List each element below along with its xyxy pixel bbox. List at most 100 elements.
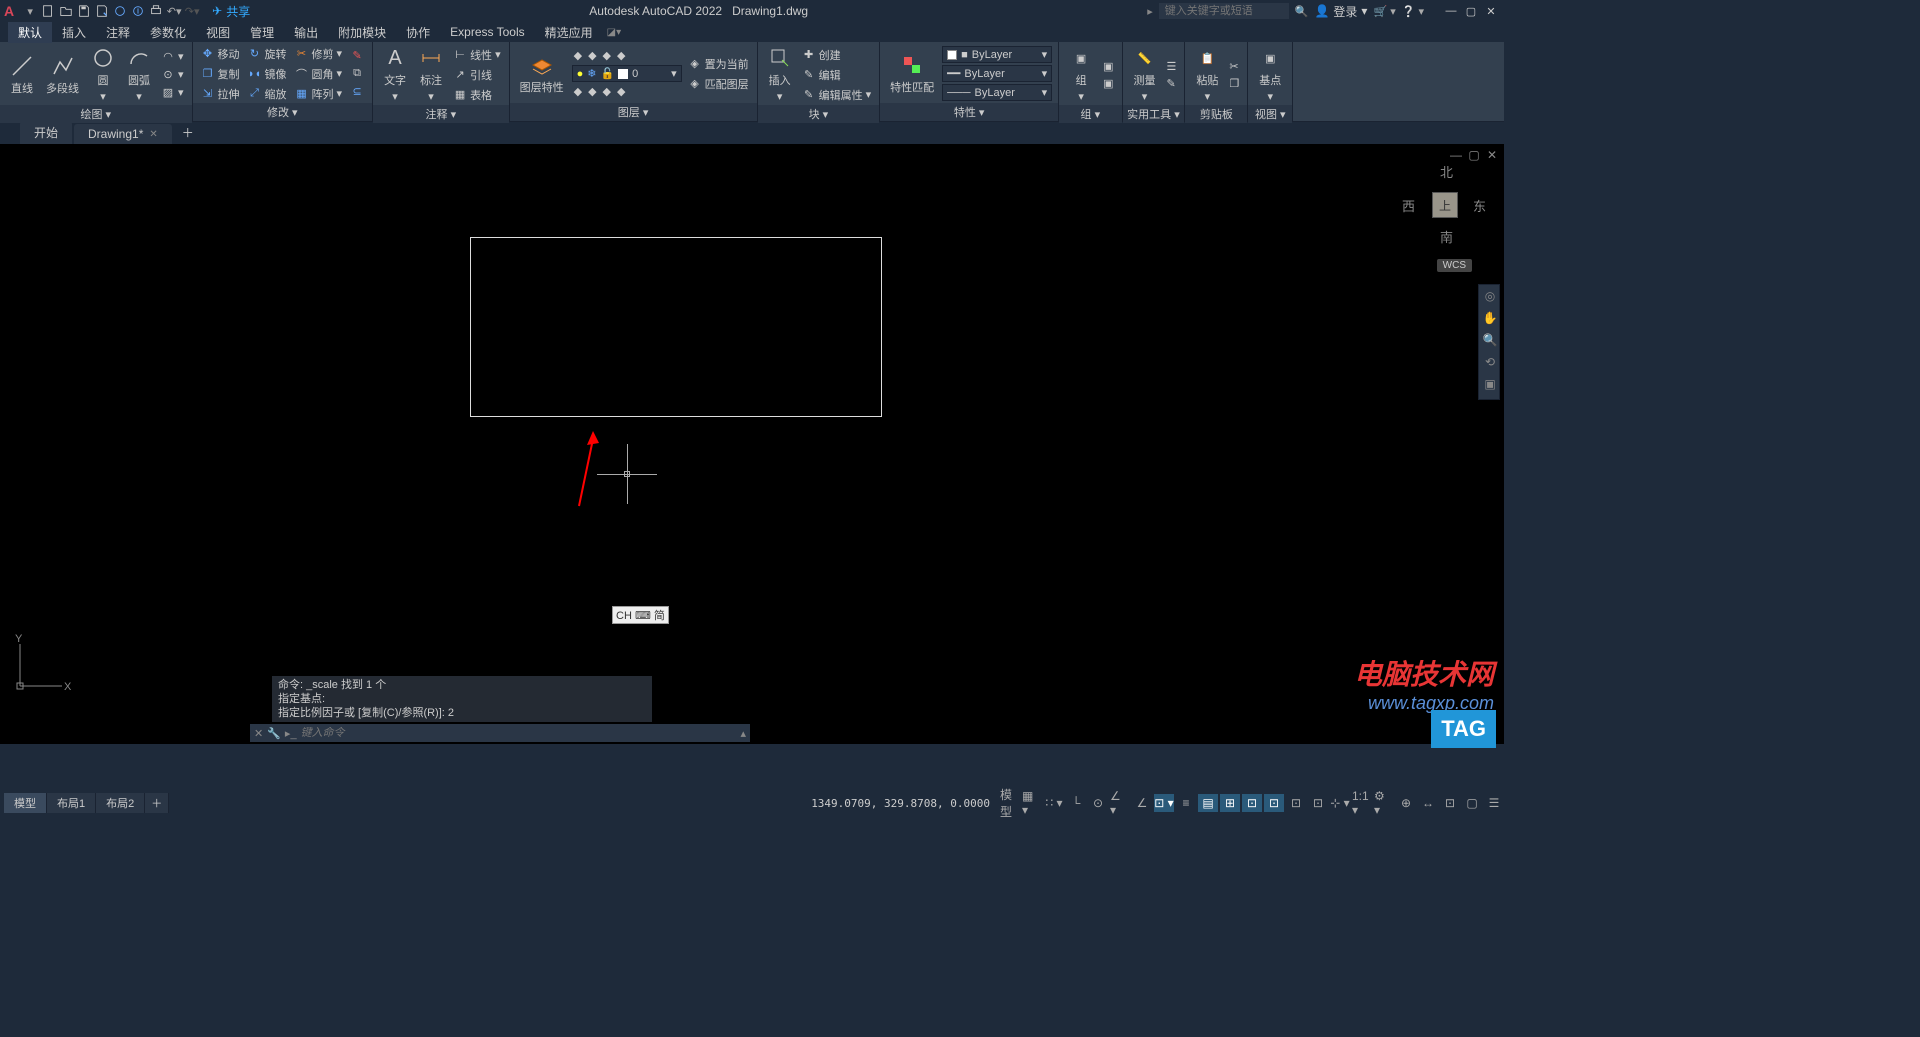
mirror-button[interactable]: ◗◖镜像 [246, 65, 289, 83]
polar-button[interactable]: ⊙ [1088, 794, 1108, 812]
command-line[interactable]: ✕ 🔧 ▸_ ▴ [250, 724, 750, 742]
modify-misc1-button[interactable]: ✎ [348, 48, 366, 64]
new-icon[interactable] [40, 3, 56, 19]
tab-default[interactable]: 默认 [8, 22, 52, 43]
add-layout-button[interactable]: ＋ [145, 793, 169, 813]
maximize-button[interactable]: ▢ [1462, 5, 1480, 18]
draw-misc3-button[interactable]: ▨▾ [159, 85, 186, 101]
viewport-maximize-button[interactable]: ▢ [1466, 148, 1482, 162]
dyn-input-button[interactable]: ⊡ [1264, 794, 1284, 812]
share-button[interactable]: ✈ 共享 [212, 3, 250, 20]
draw-misc2-button[interactable]: ⊙▾ [159, 67, 186, 83]
add-tab-button[interactable]: ＋ [174, 121, 202, 144]
util-tool2[interactable]: ✎ [1165, 76, 1179, 91]
viewcube-top[interactable]: 上 [1432, 192, 1458, 218]
layer-dropdown[interactable]: ● ❄ 🔓 0 ▾ [572, 65, 682, 82]
tab-addins[interactable]: 附加模块 [328, 22, 396, 43]
fillet-button[interactable]: ⌒圆角 ▾ [293, 65, 345, 83]
wcs-badge[interactable]: WCS [1437, 259, 1472, 272]
text-button[interactable]: A文字▾ [379, 44, 411, 105]
arc-button[interactable]: 圆弧▾ [123, 44, 155, 105]
autodesk-app-icon[interactable]: 🛒 ▾ [1373, 5, 1395, 18]
editattr-button[interactable]: ✎编辑属性 ▾ [800, 86, 874, 104]
command-input[interactable] [301, 727, 737, 739]
panel-modify-label[interactable]: 修改 ▾ [193, 103, 373, 121]
model-tab[interactable]: 模型 [4, 793, 47, 813]
rotate-button[interactable]: ↻旋转 [246, 45, 289, 63]
help-icon[interactable]: ❔ ▾ [1402, 5, 1424, 18]
clean-screen-button[interactable]: ▢ [1462, 794, 1482, 812]
redo-icon[interactable]: ↷▾ [184, 3, 200, 19]
search-input[interactable] [1159, 3, 1289, 19]
viewcube-east[interactable]: 东 [1473, 196, 1486, 215]
transparency-button[interactable]: ▤ [1198, 794, 1218, 812]
layer-tool2[interactable]: ◆ [586, 48, 598, 63]
viewcube-west[interactable]: 西 [1402, 196, 1415, 215]
tab-annotate[interactable]: 注释 [96, 22, 140, 43]
modify-misc3-button[interactable]: ⊆ [348, 84, 366, 100]
cut-button[interactable]: ✂ [1227, 59, 1241, 74]
edit-block-button[interactable]: ✎编辑 [800, 66, 874, 84]
nav-orbit-icon[interactable]: ⟲ [1481, 355, 1499, 373]
quick-props-button[interactable]: ⊡ [1286, 794, 1306, 812]
web-save-icon[interactable] [130, 3, 146, 19]
workspace-button[interactable]: ⚙ ▾ [1374, 794, 1394, 812]
3dosnap-button[interactable]: ⊡ [1242, 794, 1262, 812]
tab-express[interactable]: Express Tools [440, 23, 534, 41]
otrack-button[interactable]: ∠ [1132, 794, 1152, 812]
tab-manage[interactable]: 管理 [240, 22, 284, 43]
lineweight-dropdown[interactable]: ━━ByLayer▾ [942, 65, 1052, 82]
cmd-up-icon[interactable]: ▴ [740, 727, 746, 740]
gizmo-button[interactable]: ⊹ ▾ [1330, 794, 1350, 812]
panel-utilities-label[interactable]: 实用工具 ▾ [1123, 105, 1185, 123]
nav-showmotion-icon[interactable]: ▣ [1481, 377, 1499, 395]
panel-layers-label[interactable]: 图层 ▾ [510, 103, 757, 121]
viewport-close-button[interactable]: ✕ [1484, 148, 1500, 162]
color-dropdown[interactable]: ■ByLayer▾ [942, 46, 1052, 63]
polyline-button[interactable]: 多段线 [42, 52, 83, 98]
viewcube[interactable]: 北 南 东 西 上 [1404, 164, 1484, 244]
group-button[interactable]: ▣组▾ [1065, 44, 1097, 105]
cmd-config-icon[interactable]: 🔧 [267, 727, 281, 740]
trim-button[interactable]: ✂修剪 ▾ [293, 45, 345, 63]
table-button[interactable]: ▦表格 [451, 86, 503, 104]
cmd-close-icon[interactable]: ✕ [254, 727, 263, 740]
layer-tool6[interactable]: ◆ [586, 84, 598, 99]
layout1-tab[interactable]: 布局1 [47, 793, 96, 813]
stretch-button[interactable]: ⇲拉伸 [199, 85, 242, 103]
circle-button[interactable]: 圆▾ [87, 44, 119, 105]
insert-block-button[interactable]: 插入▾ [764, 44, 796, 105]
minimize-button[interactable]: — [1442, 5, 1460, 18]
layer-tool7[interactable]: ◆ [601, 84, 613, 99]
draw-misc1-button[interactable]: ◠▾ [159, 49, 186, 65]
paste-button[interactable]: 📋粘贴▾ [1191, 44, 1223, 105]
tab-parametric[interactable]: 参数化 [140, 22, 196, 43]
units-button[interactable]: ↔ [1418, 794, 1438, 812]
ribbon-collapse-icon[interactable]: ◪▾ [607, 27, 621, 38]
start-tab[interactable]: 开始 [20, 121, 72, 144]
base-button[interactable]: ▣基点▾ [1254, 44, 1286, 105]
nav-wheel-icon[interactable]: ◎ [1481, 289, 1499, 307]
drawing-area[interactable]: — ▢ ✕ 北 南 东 西 上 WCS ◎ ✋ 🔍 ⟲ ▣ CH ⌨ 简 Y X… [0, 144, 1504, 744]
scale-button[interactable]: ⤢缩放 [246, 85, 289, 103]
drawing-tab[interactable]: Drawing1*✕ [74, 124, 172, 144]
model-space-button[interactable]: 模型 [1000, 794, 1020, 812]
dimension-button[interactable]: 标注▾ [415, 44, 447, 105]
hardware-accel-button[interactable]: ⊡ [1440, 794, 1460, 812]
search-icon[interactable]: 🔍 [1295, 5, 1309, 18]
save-icon[interactable] [76, 3, 92, 19]
tab-featured[interactable]: 精选应用 [535, 22, 603, 43]
selection-filter-button[interactable]: ⊡ [1308, 794, 1328, 812]
viewport-minimize-button[interactable]: — [1448, 148, 1464, 162]
close-button[interactable]: ✕ [1482, 5, 1500, 18]
layer-tool1[interactable]: ◆ [572, 48, 584, 63]
line-button[interactable]: 直线 [6, 52, 38, 98]
layer-tool3[interactable]: ◆ [601, 48, 613, 63]
layer-properties-button[interactable]: 图层特性 [516, 51, 568, 97]
linetype-dropdown[interactable]: ───ByLayer▾ [942, 84, 1052, 101]
move-button[interactable]: ✥移动 [199, 45, 242, 63]
measure-button[interactable]: 📏测量▾ [1129, 44, 1161, 105]
qat-menu-icon[interactable]: ▾ [22, 3, 38, 19]
create-block-button[interactable]: ✚创建 [800, 46, 874, 64]
nav-pan-icon[interactable]: ✋ [1481, 311, 1499, 329]
